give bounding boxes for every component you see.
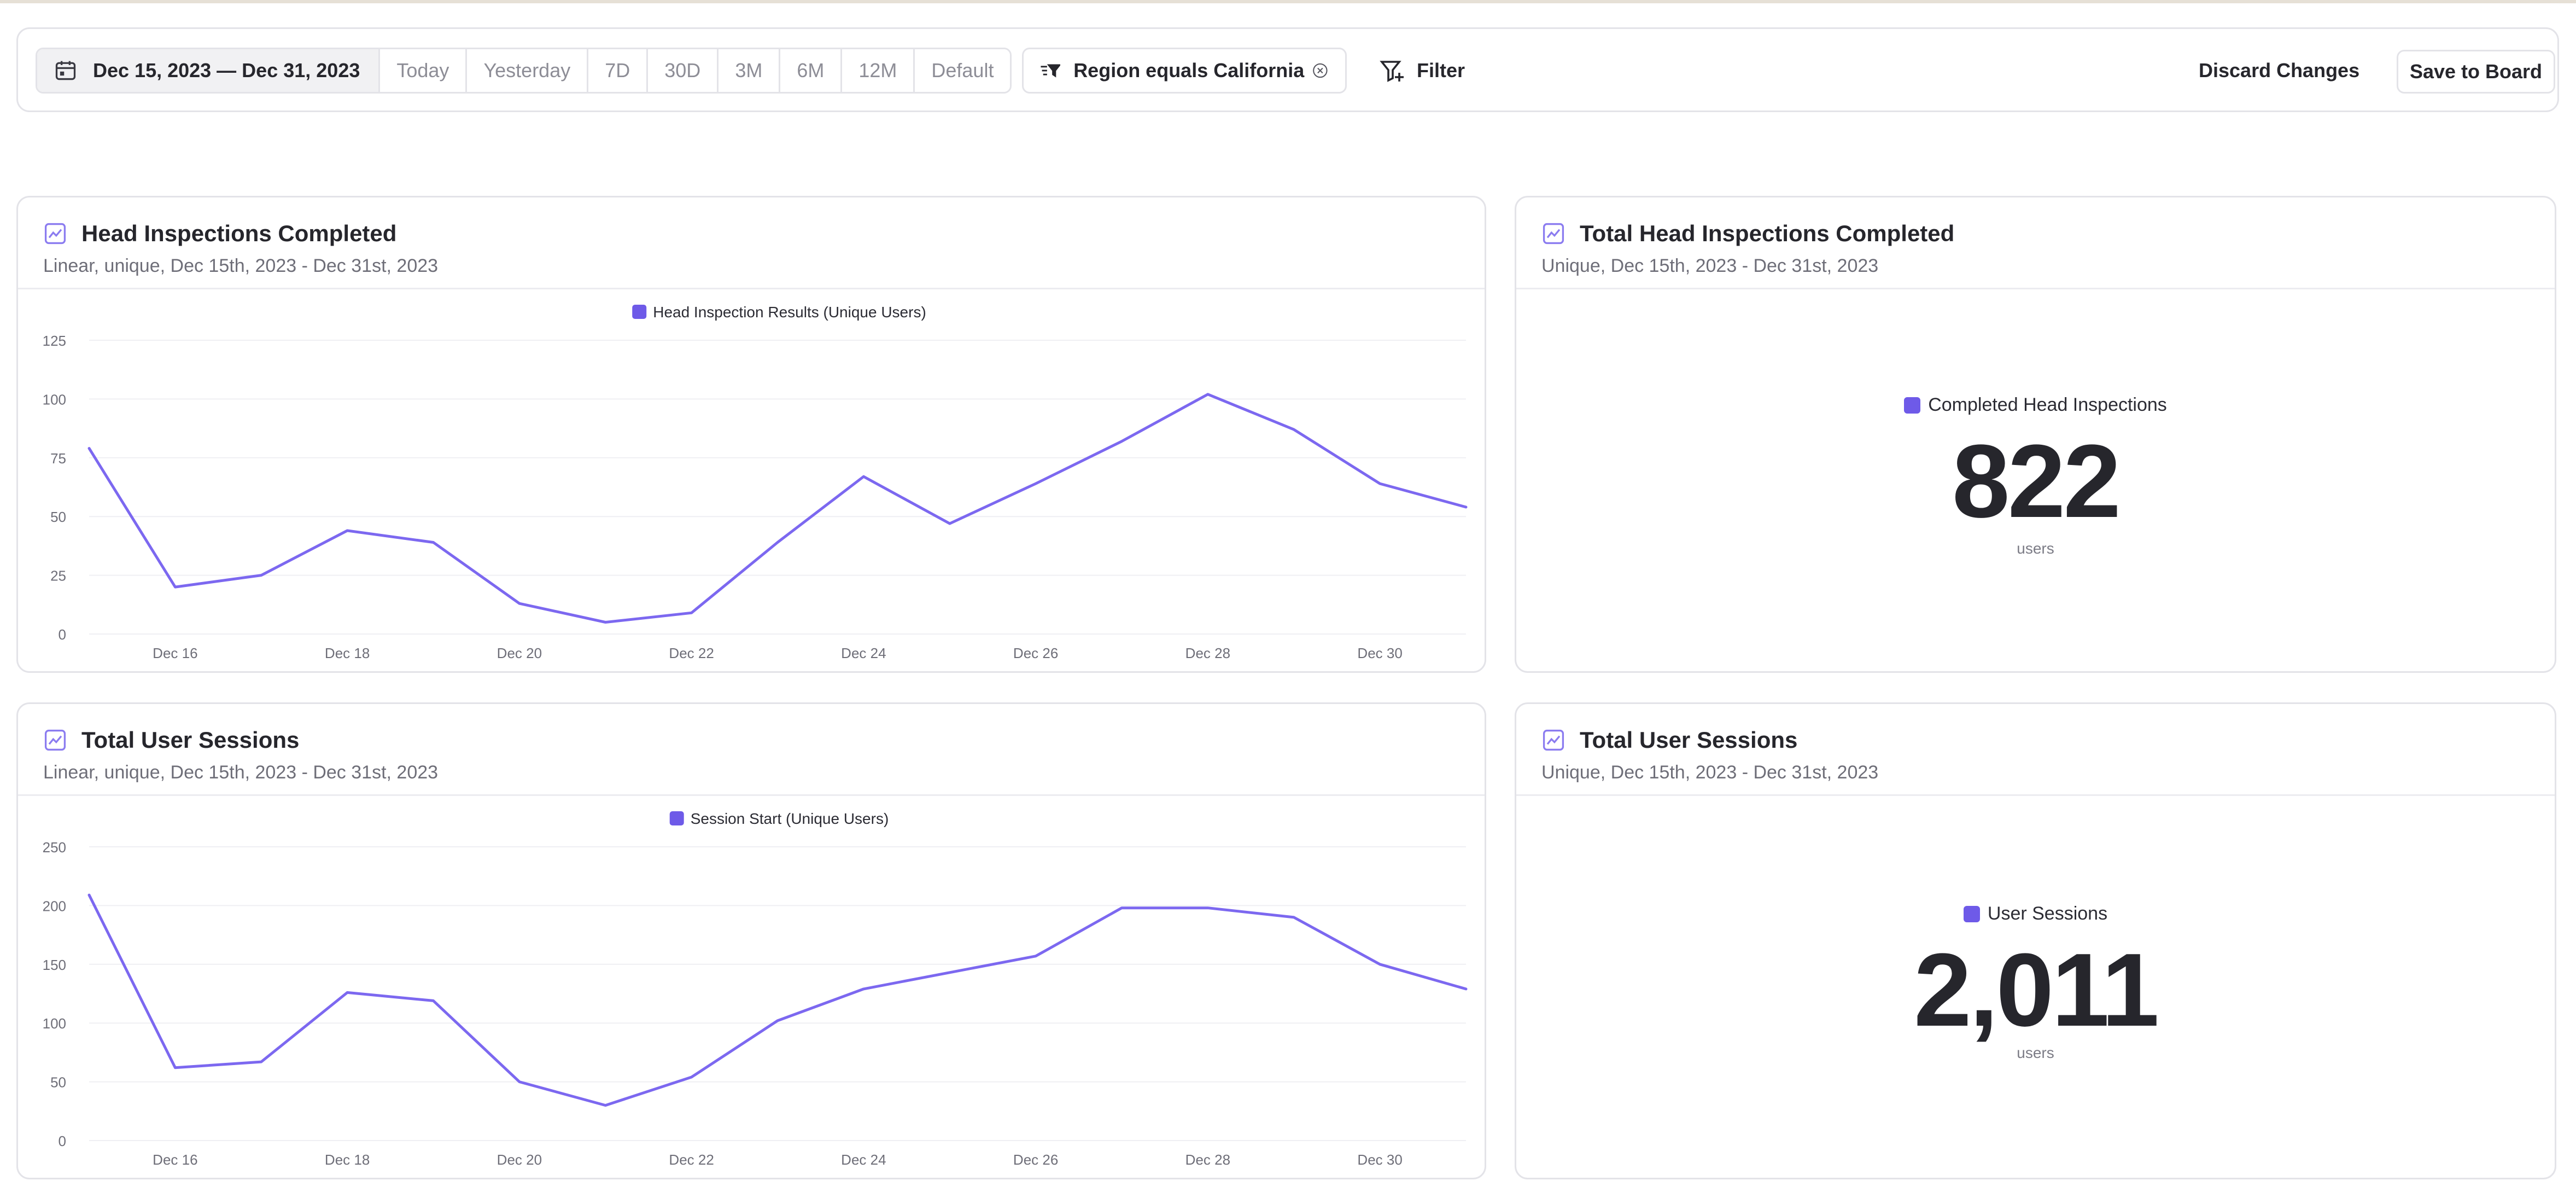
total-head-inspections-card: Total Head Inspections Completed Unique,… — [1515, 196, 2556, 673]
x-tick-label: Dec 30 — [1357, 645, 1402, 661]
x-tick-label: Dec 18 — [325, 1152, 370, 1168]
x-tick-label: Dec 28 — [1185, 645, 1230, 661]
calendar-icon — [55, 61, 76, 80]
y-tick-label: 25 — [50, 568, 66, 584]
line-chart-icon — [44, 729, 66, 751]
date-range-selector: Dec 15, 2023 — Dec 31, 2023 Today Yester… — [36, 48, 1012, 94]
series-line — [87, 893, 1468, 1107]
legend-swatch — [1904, 397, 1921, 414]
legend-swatch — [669, 811, 684, 825]
x-tick-label: Dec 26 — [1013, 645, 1058, 661]
head-inspections-line-chart: 0 25 50 75 100 125 Dec 16 Dec 18 Dec 20 Dec 22 Dec… — [43, 304, 1468, 661]
preset-12m-button[interactable]: 12M — [840, 49, 914, 92]
card-title: Total User Sessions — [1580, 727, 1798, 753]
card-title: Total User Sessions — [81, 727, 300, 753]
card-title: Head Inspections Completed — [81, 220, 397, 246]
funnel-plus-icon — [1380, 61, 1404, 82]
card-header: Total Head Inspections Completed Unique,… — [1516, 197, 2555, 289]
preset-7d-button[interactable]: 7D — [587, 49, 647, 92]
add-filter-label: Filter — [1417, 59, 1465, 82]
remove-filter-icon[interactable] — [1312, 60, 1329, 81]
series-line — [87, 393, 1468, 624]
add-filter-button[interactable]: Filter — [1378, 48, 1465, 94]
head-inspections-chart-card: Head Inspections Completed Linear, uniqu… — [16, 196, 1486, 673]
x-tick-label: Dec 16 — [153, 645, 197, 661]
preset-3m-button[interactable]: 3M — [717, 49, 779, 92]
region-filter-chip[interactable]: Region equals California — [1022, 48, 1347, 94]
x-tick-label: Dec 16 — [153, 1152, 197, 1168]
x-tick-label: Dec 20 — [497, 645, 542, 661]
y-tick-label: 100 — [43, 1015, 66, 1032]
metric-legend-label: User Sessions — [1987, 903, 2108, 924]
legend-label: Head Inspection Results (Unique Users) — [653, 304, 926, 321]
card-subtitle: Linear, unique, Dec 15th, 2023 - Dec 31s… — [43, 255, 439, 276]
filter-list-icon — [1041, 64, 1061, 78]
date-range-button[interactable]: Dec 15, 2023 — Dec 31, 2023 — [37, 49, 379, 92]
filter-toolbar: Dec 15, 2023 — Dec 31, 2023 Today Yester… — [16, 27, 2559, 112]
x-tick-label: Dec 22 — [669, 645, 714, 661]
card-subtitle: Linear, unique, Dec 15th, 2023 - Dec 31s… — [43, 762, 439, 783]
card-subtitle: Unique, Dec 15th, 2023 - Dec 31st, 2023 — [1541, 762, 1879, 783]
y-tick-label: 100 — [43, 391, 66, 408]
preset-6m-button[interactable]: 6M — [779, 49, 841, 92]
chart-legend: Session Start (Unique Users) — [669, 810, 889, 827]
metric-value: 2,011 — [1914, 932, 2159, 1048]
x-tick-label: Dec 24 — [841, 1152, 886, 1168]
y-tick-label: 250 — [43, 839, 66, 856]
y-tick-label: 0 — [59, 626, 66, 643]
x-tick-label: Dec 24 — [841, 645, 886, 661]
x-tick-label: Dec 26 — [1013, 1152, 1058, 1168]
x-tick-label: Dec 28 — [1185, 1152, 1230, 1168]
date-range-label: Dec 15, 2023 — Dec 31, 2023 — [93, 59, 360, 82]
user-sessions-chart-card: Total User Sessions Linear, unique, Dec … — [16, 702, 1486, 1179]
y-tick-label: 50 — [50, 1074, 66, 1091]
preset-default-button[interactable]: Default — [913, 49, 1010, 92]
save-to-board-button[interactable]: Save to Board — [2397, 50, 2555, 94]
y-tick-label: 50 — [50, 509, 66, 525]
y-tick-label: 125 — [43, 333, 66, 349]
x-tick-label: Dec 22 — [669, 1152, 714, 1168]
legend-swatch — [1963, 905, 1980, 922]
y-tick-label: 75 — [50, 450, 66, 467]
metric-legend-label: Completed Head Inspections — [1928, 394, 2167, 415]
card-header: Total User Sessions Linear, unique, Dec … — [18, 704, 1485, 796]
line-chart-icon — [44, 223, 66, 245]
legend-label: Session Start (Unique Users) — [691, 810, 889, 827]
x-tick-label: Dec 30 — [1357, 1152, 1402, 1168]
metric-legend: Completed Head Inspections — [1516, 394, 2555, 416]
preset-today-button[interactable]: Today — [378, 49, 466, 92]
preset-30d-button[interactable]: 30D — [646, 49, 717, 92]
card-header: Total User Sessions Unique, Dec 15th, 20… — [1516, 704, 2555, 796]
metric-value: 822 — [1952, 423, 2121, 539]
metric-unit: users — [2017, 1044, 2054, 1061]
discard-changes-button[interactable]: Discard Changes — [2188, 48, 2370, 94]
card-subtitle: Unique, Dec 15th, 2023 - Dec 31st, 2023 — [1541, 255, 1879, 276]
metric-unit: users — [2017, 540, 2054, 557]
total-user-sessions-card: Total User Sessions Unique, Dec 15th, 20… — [1515, 702, 2556, 1179]
x-tick-label: Dec 18 — [325, 645, 370, 661]
card-header: Head Inspections Completed Linear, uniqu… — [18, 197, 1485, 289]
line-chart-icon — [1543, 729, 1564, 751]
metric-legend: User Sessions — [1516, 903, 2555, 924]
card-title: Total Head Inspections Completed — [1580, 220, 1955, 246]
chart-legend: Head Inspection Results (Unique Users) — [632, 304, 926, 321]
legend-swatch — [632, 305, 647, 319]
line-chart-icon — [1543, 223, 1564, 245]
y-tick-label: 200 — [43, 898, 66, 914]
user-sessions-line-chart: 0 50 100 150 200 250 Dec 16 Dec 18 Dec 20 Dec 22 D… — [43, 810, 1468, 1168]
y-tick-label: 150 — [43, 957, 66, 973]
x-tick-label: Dec 20 — [497, 1152, 542, 1168]
y-tick-label: 0 — [59, 1133, 66, 1149]
preset-yesterday-button[interactable]: Yesterday — [465, 49, 587, 92]
region-filter-label: Region equals California — [1073, 59, 1305, 82]
